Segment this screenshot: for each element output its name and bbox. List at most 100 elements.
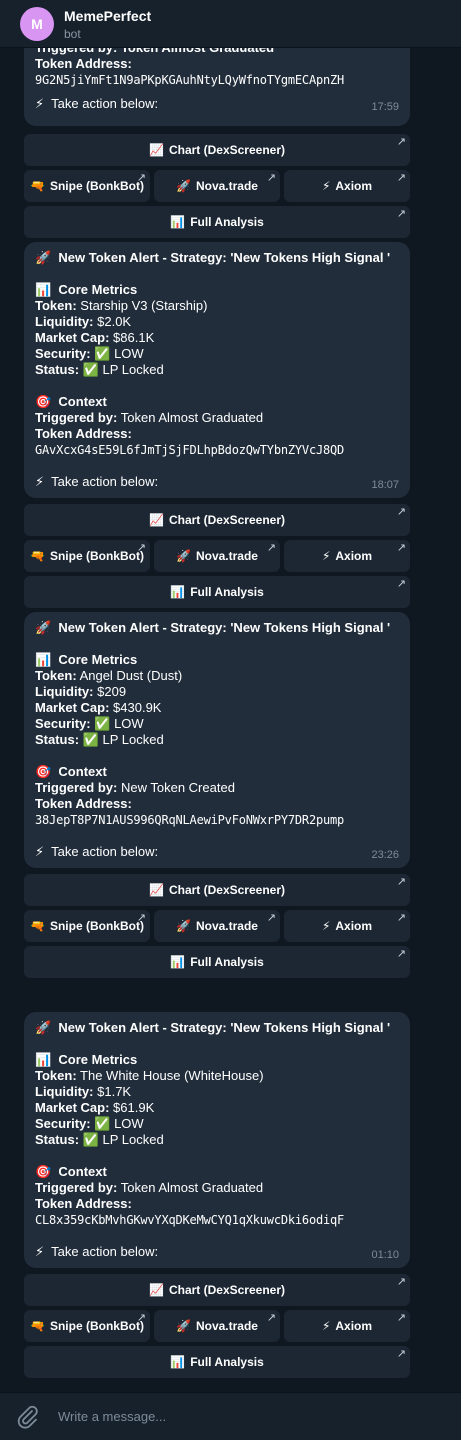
check-icon: ✅ [94, 346, 111, 361]
external-link-icon: ↗ [396, 172, 406, 184]
rocket-icon: 🚀 [176, 919, 191, 933]
liquidity: Liquidity: $2.0K [35, 314, 132, 329]
nova-button[interactable]: 🚀 Nova.trade ↗ [154, 1310, 280, 1342]
action-text: Take action below: [51, 474, 159, 489]
button-label: Snipe (BonkBot) [49, 1319, 144, 1333]
button-label: Full Analysis [190, 1355, 264, 1369]
alert-title: 🚀 New Token Alert - Strategy: 'New Token… [35, 620, 391, 635]
bar-chart-icon: 📊 [170, 215, 186, 229]
nova-button[interactable]: 🚀 Nova.trade ↗ [154, 170, 280, 202]
action-text: Take action below: [51, 96, 159, 111]
market-cap: Market Cap: $61.9K [35, 1100, 155, 1115]
chart-button[interactable]: 📈 Chart (DexScreener) ↗ [24, 134, 410, 166]
external-link-icon: ↗ [266, 542, 276, 554]
nova-button[interactable]: 🚀 Nova.trade ↗ [154, 540, 280, 572]
snipe-button[interactable]: 🔫 Snipe (BonkBot) ↗ [24, 1310, 150, 1342]
axiom-button[interactable]: ⚡ Axiom ↗ [284, 540, 410, 572]
pistol-icon: 🔫 [30, 179, 45, 193]
bar-chart-icon: 📊 [35, 652, 52, 667]
snipe-button[interactable]: 🔫 Snipe (BonkBot) ↗ [24, 910, 150, 942]
liquidity: Liquidity: $1.7K [35, 1084, 132, 1099]
bar-chart-icon: 📊 [170, 585, 186, 599]
check-icon: ✅ [94, 1116, 111, 1131]
external-link-icon: ↗ [396, 948, 406, 960]
action-row: ⚡ Take action below: 23:26 [35, 844, 399, 861]
external-link-icon: ↗ [396, 876, 406, 888]
pistol-icon: 🔫 [30, 919, 45, 933]
external-link-icon: ↗ [396, 542, 406, 554]
token-address: 38JepT8P7N1AUS996QRqNLAewiPvFoNWxrPY7DR2… [35, 813, 345, 827]
full-analysis-button[interactable]: 📊 Full Analysis ↗ [24, 576, 410, 608]
action-row: ⚡ Take action below: 01:10 [35, 1244, 399, 1261]
full-analysis-button[interactable]: 📊 Full Analysis ↗ [24, 946, 410, 978]
full-analysis-button[interactable]: 📊 Full Analysis ↗ [24, 206, 410, 238]
chart-button[interactable]: 📈 Chart (DexScreener) ↗ [24, 1274, 410, 1306]
chat-area[interactable]: Triggered by: Token Almost Graduated Tok… [0, 0, 461, 1392]
token-address: 9G2N5jiYmFt1N9aPKpKGAuhNtyLQyWfnoTYgmECA… [35, 73, 345, 87]
external-link-icon: ↗ [396, 208, 406, 220]
message-bubble: 🚀 New Token Alert - Strategy: 'New Token… [24, 1012, 410, 1268]
external-link-icon: ↗ [396, 912, 406, 924]
message-time: 23:26 [371, 849, 399, 861]
button-label: Chart (DexScreener) [168, 883, 285, 897]
trigger: Triggered by: New Token Created [35, 780, 235, 795]
action-text: Take action below: [51, 844, 159, 859]
target-icon: 🎯 [35, 1164, 52, 1179]
context-heading: 🎯 Context [35, 394, 107, 409]
security: Security: ✅ LOW [35, 346, 144, 361]
check-icon: ✅ [82, 362, 99, 377]
core-metrics-heading: 📊 Core Metrics [35, 652, 138, 667]
chart-button[interactable]: 📈 Chart (DexScreener) ↗ [24, 874, 410, 906]
rocket-icon: 🚀 [35, 250, 52, 265]
attach-icon[interactable] [16, 1405, 40, 1429]
chat-header[interactable]: M MemePerfect bot [0, 0, 461, 48]
bar-chart-icon: 📊 [35, 1052, 52, 1067]
button-label: Chart (DexScreener) [168, 1283, 285, 1297]
pistol-icon: 🔫 [30, 549, 45, 563]
button-label: Nova.trade [195, 549, 258, 563]
chat-title: MemePerfect [64, 8, 152, 24]
bar-chart-icon: 📊 [170, 1355, 186, 1369]
bolt-icon: ⚡ [35, 96, 45, 111]
message-bubble: 🚀 New Token Alert - Strategy: 'New Token… [24, 612, 410, 868]
market-cap: Market Cap: $86.1K [35, 330, 155, 345]
bolt-icon: ⚡ [35, 474, 45, 489]
alert-title: 🚀 New Token Alert - Strategy: 'New Token… [35, 1020, 391, 1035]
snipe-button[interactable]: 🔫 Snipe (BonkBot) ↗ [24, 170, 150, 202]
message-time: 18:07 [371, 479, 399, 491]
liquidity: Liquidity: $209 [35, 684, 127, 699]
action-row: ⚡ Take action below: 17:59 [35, 96, 399, 113]
button-label: Nova.trade [195, 919, 258, 933]
external-link-icon: ↗ [136, 912, 146, 924]
nova-button[interactable]: 🚀 Nova.trade ↗ [154, 910, 280, 942]
chart-up-icon: 📈 [149, 143, 164, 157]
external-link-icon: ↗ [266, 912, 276, 924]
button-label: Full Analysis [190, 215, 264, 229]
check-icon: ✅ [94, 716, 111, 731]
token-address: CL8x359cKbMvhGKwvYXqDKeMwCYQ1qXkuwcDki6o… [35, 1213, 345, 1227]
axiom-button[interactable]: ⚡ Axiom ↗ [284, 1310, 410, 1342]
core-metrics-heading: 📊 Core Metrics [35, 282, 138, 297]
avatar[interactable]: M [20, 7, 54, 41]
snipe-button[interactable]: 🔫 Snipe (BonkBot) ↗ [24, 540, 150, 572]
trigger: Triggered by: Token Almost Graduated [35, 410, 264, 425]
message-input[interactable]: Write a message... [58, 1409, 166, 1424]
external-link-icon: ↗ [136, 172, 146, 184]
pistol-icon: 🔫 [30, 1319, 45, 1333]
button-label: Axiom [335, 1319, 373, 1333]
button-label: Nova.trade [195, 179, 258, 193]
chart-button[interactable]: 📈 Chart (DexScreener) ↗ [24, 504, 410, 536]
check-icon: ✅ [82, 732, 99, 747]
external-link-icon: ↗ [266, 1312, 276, 1324]
external-link-icon: ↗ [396, 506, 406, 518]
full-analysis-button[interactable]: 📊 Full Analysis ↗ [24, 1346, 410, 1378]
status: Status: ✅ LP Locked [35, 1132, 164, 1147]
rocket-icon: 🚀 [35, 1020, 52, 1035]
token-address: GAvXcxG4sE59L6fJmTjSjFDLhpBdozQwTYbnZYVc… [35, 443, 345, 457]
security: Security: ✅ LOW [35, 716, 144, 731]
external-link-icon: ↗ [396, 1348, 406, 1360]
axiom-button[interactable]: ⚡ Axiom ↗ [284, 170, 410, 202]
axiom-button[interactable]: ⚡ Axiom ↗ [284, 910, 410, 942]
bolt-icon: ⚡ [35, 1244, 45, 1259]
external-link-icon: ↗ [136, 1312, 146, 1324]
